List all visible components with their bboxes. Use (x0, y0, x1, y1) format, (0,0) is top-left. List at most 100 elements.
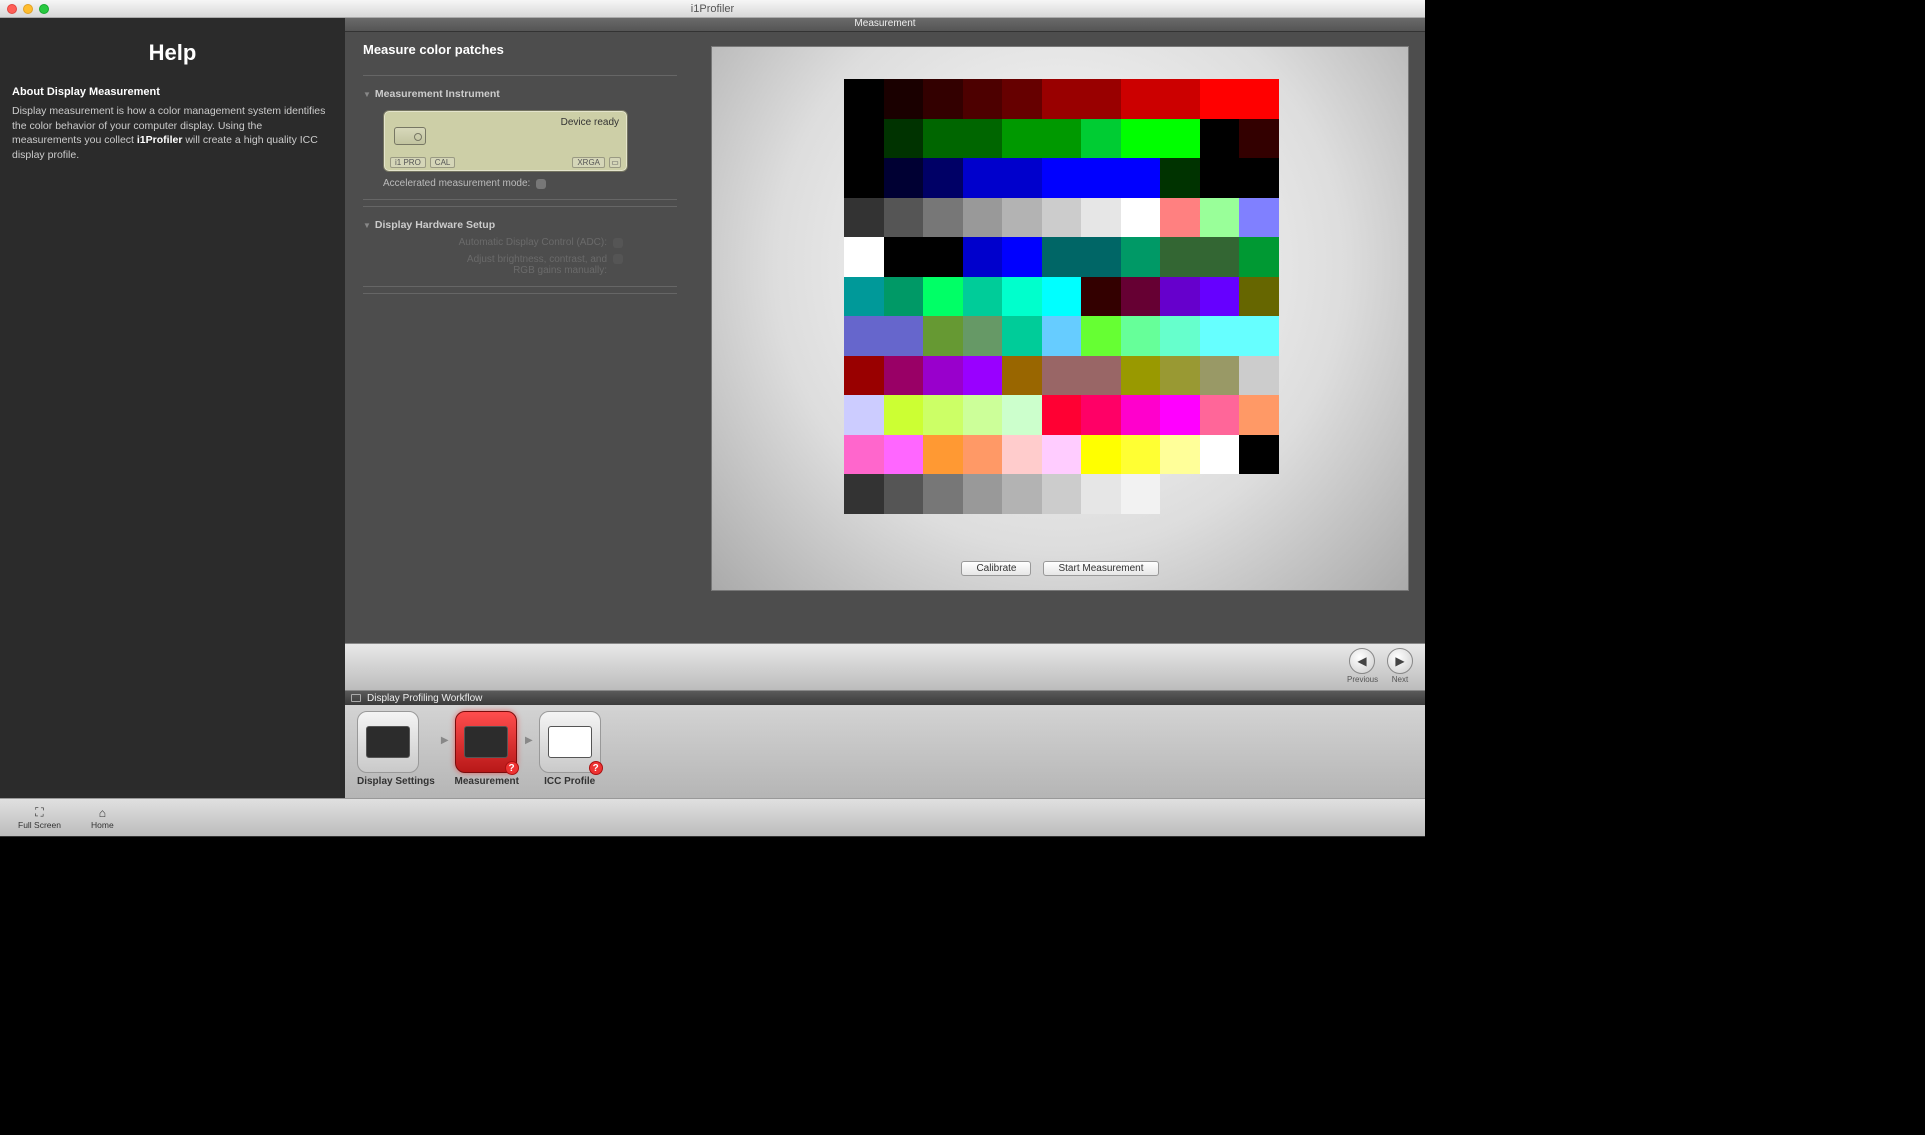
workflow-header: Display Profiling Workflow (345, 691, 1425, 705)
monitor-icon: ▭ (609, 157, 621, 168)
color-patch (1121, 316, 1161, 356)
alert-icon: ? (505, 761, 519, 775)
color-patch (1200, 356, 1240, 396)
color-patch (1200, 79, 1240, 119)
arrow-left-icon: ◀ (1349, 648, 1375, 674)
color-patch (1200, 198, 1240, 238)
divider (363, 75, 677, 76)
color-patch (1121, 237, 1161, 277)
preview-area: Calibrate Start Measurement (695, 32, 1425, 643)
tag-i1pro: i1 PRO (390, 157, 426, 168)
color-patch (1042, 119, 1082, 159)
color-patch (963, 79, 1003, 119)
color-patch (1160, 395, 1200, 435)
color-patch (1002, 158, 1042, 198)
color-patch (1042, 395, 1082, 435)
color-patch (1002, 356, 1042, 396)
color-patch (1081, 474, 1121, 514)
previous-label: Previous (1347, 675, 1377, 684)
color-patch (923, 435, 963, 475)
color-patch (1200, 395, 1240, 435)
color-patch (1121, 395, 1161, 435)
color-patch (1081, 316, 1121, 356)
color-patch (1121, 158, 1161, 198)
instrument-header[interactable]: Measurement Instrument (363, 88, 677, 100)
color-patch (884, 474, 924, 514)
color-patch (884, 198, 924, 238)
device-status: Device ready (561, 117, 619, 128)
home-button[interactable]: ⌂ Home (91, 806, 114, 830)
manual-toggle (613, 254, 623, 264)
color-patch (923, 158, 963, 198)
color-patch (963, 198, 1003, 238)
color-patch (1042, 198, 1082, 238)
color-patch (1081, 198, 1121, 238)
accel-mode-label: Accelerated measurement mode: (383, 178, 530, 189)
titlebar: i1Profiler (0, 0, 1425, 18)
color-patch (923, 237, 963, 277)
color-patch (884, 395, 924, 435)
calibrate-button[interactable]: Calibrate (961, 561, 1031, 576)
preview-panel: Calibrate Start Measurement (711, 46, 1409, 591)
alert-icon: ? (589, 761, 603, 775)
color-patch (1160, 198, 1200, 238)
color-patch (923, 79, 963, 119)
color-patch (1121, 356, 1161, 396)
fullscreen-button[interactable]: ⛶ Full Screen (18, 806, 61, 830)
step-label: ICC Profile (539, 776, 601, 787)
projector-icon (394, 127, 426, 145)
color-patch (923, 316, 963, 356)
workflow-step-icc-profile[interactable]: ? ICC Profile (539, 711, 601, 787)
color-patch (1121, 198, 1161, 238)
color-patch (923, 356, 963, 396)
start-measurement-button[interactable]: Start Measurement (1043, 561, 1158, 576)
arrow-right-icon: ▶ (1387, 648, 1413, 674)
color-patch (1042, 158, 1082, 198)
color-patch (1002, 119, 1042, 159)
accel-mode-toggle[interactable] (536, 179, 546, 189)
chevron-right-icon: ▶ (439, 735, 451, 764)
color-patch (1239, 158, 1279, 198)
color-patch (1200, 316, 1240, 356)
help-pane: Help About Display Measurement Display m… (0, 18, 345, 798)
color-patch (1200, 277, 1240, 317)
previous-button[interactable]: ◀ Previous (1347, 648, 1377, 684)
main-pane: Measurement Measure color patches Measur… (345, 18, 1425, 798)
color-patch (963, 435, 1003, 475)
adc-row: Automatic Display Control (ADC): (403, 237, 623, 248)
next-button[interactable]: ▶ Next (1385, 648, 1415, 684)
color-patch (923, 277, 963, 317)
color-patch (844, 316, 884, 356)
color-patch (923, 198, 963, 238)
color-patch (1121, 277, 1161, 317)
color-patch (1121, 435, 1161, 475)
workflow-step-measurement[interactable]: ? Measurement (455, 711, 519, 787)
color-patch (1081, 395, 1121, 435)
color-patch (1239, 277, 1279, 317)
color-patch (1160, 356, 1200, 396)
next-label: Next (1385, 675, 1415, 684)
color-patch (884, 356, 924, 396)
chevron-right-icon: ▶ (523, 735, 535, 764)
step-label: Measurement (455, 776, 519, 787)
color-patch (1200, 119, 1240, 159)
color-patch (1239, 237, 1279, 277)
color-patch (1081, 79, 1121, 119)
instrument-section: Measurement Instrument Device ready i1 P… (363, 82, 677, 200)
color-patch (1121, 474, 1161, 514)
tag-xrga: XRGA (572, 157, 605, 168)
hardware-header[interactable]: Display Hardware Setup (363, 219, 677, 231)
home-label: Home (91, 820, 114, 830)
device-box: Device ready i1 PRO CAL XRGA ▭ (383, 110, 628, 172)
color-patch (1002, 198, 1042, 238)
color-patch (1042, 277, 1082, 317)
color-patch (1042, 435, 1082, 475)
color-patch (923, 119, 963, 159)
bottom-toolbar: ⛶ Full Screen ⌂ Home (0, 798, 1425, 836)
help-text: Display measurement is how a color manag… (12, 104, 333, 163)
step-label: Display Settings (357, 776, 435, 787)
color-patch (844, 79, 884, 119)
workflow-step-display-settings[interactable]: Display Settings (357, 711, 435, 787)
color-patch (1121, 79, 1161, 119)
color-patch (1002, 395, 1042, 435)
